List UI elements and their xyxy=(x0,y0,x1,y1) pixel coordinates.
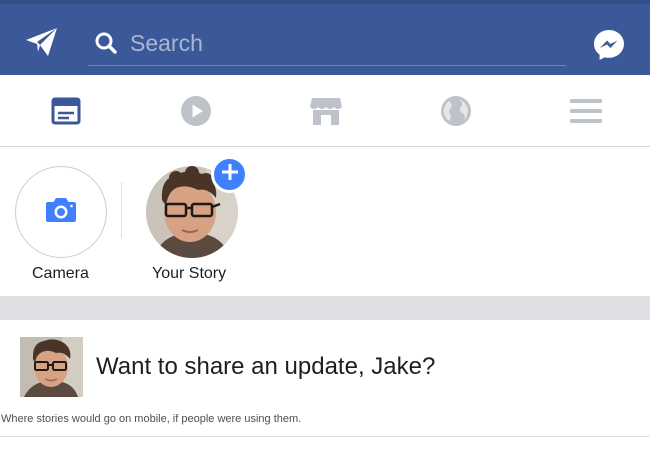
tab-notifications[interactable] xyxy=(416,75,496,147)
search-bar[interactable] xyxy=(88,20,566,66)
marketplace-icon xyxy=(309,96,343,126)
add-story-button[interactable] xyxy=(211,156,248,193)
search-input[interactable] xyxy=(130,26,550,60)
story-divider xyxy=(121,182,122,238)
messenger-icon[interactable] xyxy=(592,28,626,62)
paper-plane-icon[interactable] xyxy=(24,26,60,58)
tab-menu[interactable] xyxy=(546,75,626,147)
tab-news-feed[interactable] xyxy=(26,75,106,147)
plus-icon xyxy=(221,164,238,185)
nav-tabs xyxy=(0,75,650,147)
section-divider xyxy=(0,296,650,320)
user-avatar[interactable] xyxy=(20,337,83,397)
globe-icon xyxy=(440,95,472,127)
stories-tray xyxy=(0,148,650,296)
camera-icon xyxy=(45,197,77,228)
your-story-label: Your Story xyxy=(152,265,227,282)
video-play-icon xyxy=(180,95,212,127)
search-icon xyxy=(94,31,118,55)
composer-prompt[interactable]: Want to share an update, Jake? xyxy=(96,353,435,381)
bottom-divider xyxy=(0,436,650,437)
tab-watch[interactable] xyxy=(156,75,236,147)
menu-icon xyxy=(570,98,602,124)
camera-label: Camera xyxy=(32,265,89,282)
news-feed-icon xyxy=(51,97,81,125)
caption-text: Where stories would go on mobile, if peo… xyxy=(1,413,302,425)
top-app-bar xyxy=(0,0,650,75)
tab-marketplace[interactable] xyxy=(286,75,366,147)
camera-button[interactable] xyxy=(15,166,107,258)
